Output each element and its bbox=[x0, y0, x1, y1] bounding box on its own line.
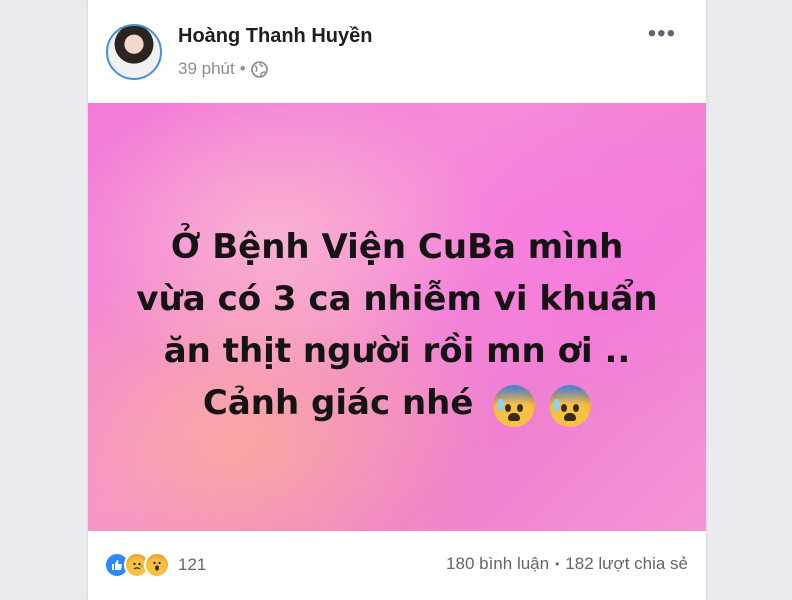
post-header: Hoàng Thanh Huyền 39 phút • ••• bbox=[88, 0, 706, 100]
reaction-count: 121 bbox=[178, 555, 207, 574]
comments-count-link[interactable]: 180 bình luận bbox=[446, 554, 549, 574]
wow-icon bbox=[144, 552, 170, 578]
anxious-face-with-sweat-icon bbox=[493, 385, 536, 427]
shares-count-link[interactable]: 182 lượt chia sẻ bbox=[565, 554, 688, 574]
globe-icon[interactable] bbox=[250, 60, 268, 78]
post-footer: 121 180 bình luận • 182 lượt chia sẻ bbox=[88, 540, 706, 590]
post-text-line: Ở Bệnh Viện CuBa mình bbox=[170, 227, 624, 267]
avatar[interactable] bbox=[106, 24, 162, 80]
emoji-group bbox=[491, 379, 592, 431]
author-name[interactable]: Hoàng Thanh Huyền bbox=[178, 25, 372, 48]
reaction-summary[interactable]: 121 bbox=[104, 552, 206, 578]
post-text-line: ăn thịt người rồi mn ơi .. bbox=[163, 331, 631, 371]
post-text-line-with-emoji: Cảnh giác nhé bbox=[88, 377, 706, 431]
post-time[interactable]: 39 phút bbox=[178, 59, 235, 79]
post-meta: 39 phút • bbox=[178, 59, 268, 79]
meta-separator: • bbox=[239, 59, 246, 78]
post-background-text: Ở Bệnh Viện CuBa mình vừa có 3 ca nhiễm … bbox=[88, 103, 706, 531]
post-card: Hoàng Thanh Huyền 39 phút • ••• Ở Bệnh V… bbox=[88, 0, 706, 600]
post-stats: 180 bình luận • 182 lượt chia sẻ bbox=[446, 554, 688, 574]
more-options-icon[interactable]: ••• bbox=[648, 22, 676, 46]
post-text-line: vừa có 3 ca nhiễm vi khuẩn bbox=[136, 279, 658, 319]
stats-separator: • bbox=[555, 557, 560, 571]
post-text: Ở Bệnh Viện CuBa mình vừa có 3 ca nhiễm … bbox=[88, 221, 706, 431]
anxious-face-with-sweat-icon bbox=[549, 385, 592, 427]
post-text-line: Cảnh giác nhé bbox=[202, 383, 474, 423]
